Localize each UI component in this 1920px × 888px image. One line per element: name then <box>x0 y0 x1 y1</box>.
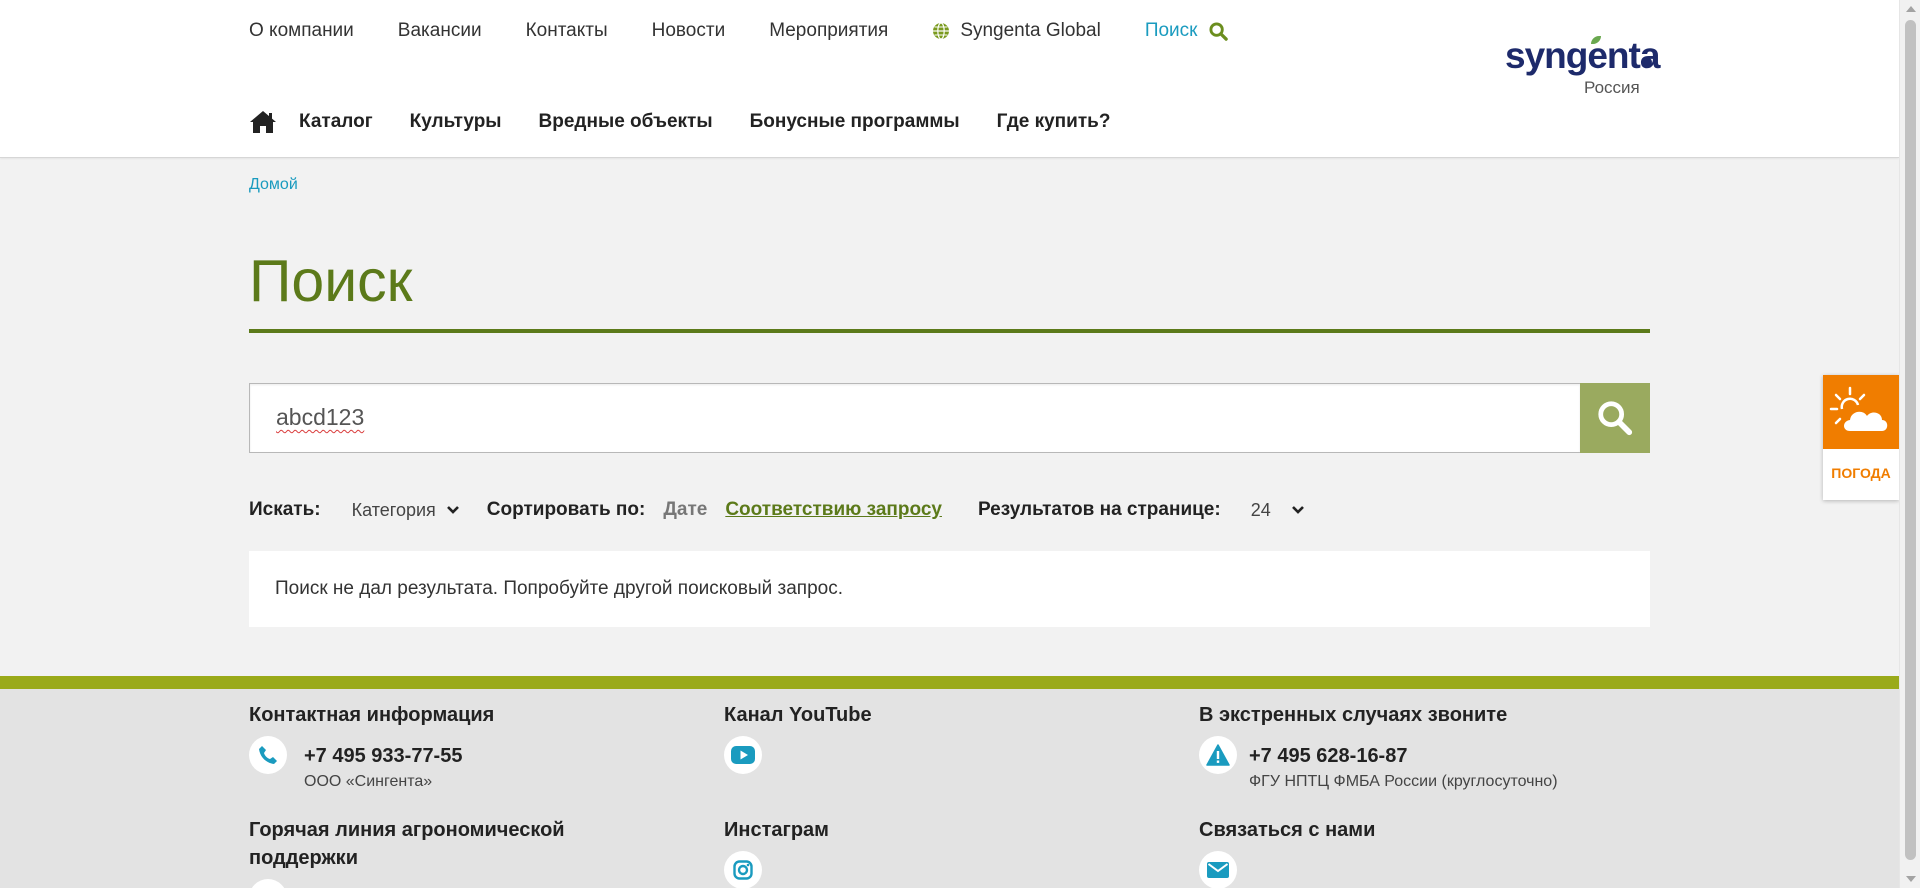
per-page-value: 24 <box>1250 499 1271 520</box>
per-page-label: Результатов на странице: <box>977 499 1221 520</box>
topnav-contacts[interactable]: Контакты <box>526 20 608 42</box>
nav-catalog[interactable]: Каталог <box>299 111 373 133</box>
scrollbar-thumb[interactable] <box>1905 20 1916 860</box>
search-icon <box>1598 401 1633 436</box>
footer-contact-phone[interactable]: +7 495 933-77-55 <box>304 745 462 768</box>
topnav-search[interactable]: Поиск <box>1145 20 1229 42</box>
no-results-message: Поиск не дал результата. Попробуйте друг… <box>275 578 843 599</box>
site-footer: Контактная информация +7 495 933-77-55 О… <box>0 689 1899 888</box>
nav-where-to-buy[interactable]: Где купить? <box>997 111 1111 133</box>
syngenta-logo[interactable]: syngenta Россия <box>1505 34 1660 104</box>
logo-country: Россия <box>1584 78 1640 97</box>
search-input-field[interactable]: abcd123 <box>249 383 1580 453</box>
search-input-value: abcd123 <box>276 404 365 430</box>
topnav-vacancies[interactable]: Вакансии <box>398 20 482 42</box>
per-page-select[interactable]: 24 <box>1251 500 1305 521</box>
scroll-down-arrow-icon[interactable] <box>1906 876 1916 882</box>
footer-contact-heading: Контактная информация <box>249 704 495 726</box>
home-button[interactable] <box>249 110 277 134</box>
footer-youtube-heading: Канал YouTube <box>724 704 872 726</box>
instagram-icon[interactable] <box>724 851 762 888</box>
search-results: Поиск не дал результата. Попробуйте друг… <box>249 551 1650 627</box>
search-button[interactable] <box>1580 383 1650 453</box>
sort-by-date[interactable]: Дате <box>663 499 707 521</box>
top-navigation: О компании Вакансии Контакты Новости Мер… <box>249 20 1272 42</box>
title-divider <box>249 329 1650 333</box>
topnav-search-label: Поиск <box>1144 20 1198 41</box>
footer-hotline-heading: Горячая линия агрономической поддержки <box>249 819 565 869</box>
search-icon <box>1209 21 1229 41</box>
weather-icon-area <box>1823 375 1899 449</box>
phone-icon <box>249 879 287 888</box>
home-icon <box>250 111 276 133</box>
footer-emergency-org: ФГУ НПТЦ ФМБА России (круглосуточно) <box>1249 773 1558 790</box>
globe-icon <box>933 22 950 40</box>
phone-icon <box>249 736 287 774</box>
topnav-syngenta-global[interactable]: Syngenta Global <box>932 20 1101 42</box>
footer-stripe <box>0 676 1899 689</box>
logo-registered-dot <box>1644 58 1652 66</box>
page-title: Поиск <box>249 248 413 314</box>
chevron-down-icon <box>446 506 459 514</box>
page-scrollbar[interactable] <box>1899 0 1920 888</box>
main-navigation: Каталог Культуры Вредные объекты Бонусны… <box>249 110 1147 134</box>
footer-emergency-heading: В экстренных случаях звоните <box>1199 704 1508 726</box>
search-in-label: Искать: <box>249 499 321 520</box>
envelope-icon[interactable] <box>1199 851 1237 888</box>
breadcrumb-home[interactable]: Домой <box>249 176 298 194</box>
footer-contact-us: Связаться с нами <box>1199 816 1375 844</box>
footer-emergency-phone[interactable]: +7 495 628-16-87 <box>1249 745 1407 768</box>
search-filters: Искать: Категория Сортировать по: Дате С… <box>249 498 1305 522</box>
topnav-about[interactable]: О компании <box>249 20 354 42</box>
warning-icon <box>1199 736 1237 774</box>
site-header: О компании Вакансии Контакты Новости Мер… <box>0 0 1899 158</box>
footer-contact: Контактная информация <box>249 701 494 729</box>
footer-hotline: Горячая линия агрономической поддержки <box>249 816 609 872</box>
youtube-icon[interactable] <box>724 736 762 774</box>
footer-emergency: В экстренных случаях звоните <box>1199 701 1507 729</box>
footer-contact-company: ООО «Сингента» <box>304 773 433 790</box>
nav-pests[interactable]: Вредные объекты <box>539 111 713 133</box>
sun-cloud-icon <box>1829 386 1888 431</box>
footer-contact-us-heading: Связаться с нами <box>1199 819 1376 841</box>
sort-by-relevance[interactable]: Соответствию запросу <box>725 499 942 521</box>
chevron-down-icon <box>1291 506 1304 514</box>
topnav-events[interactable]: Мероприятия <box>769 20 888 42</box>
nav-crops[interactable]: Культуры <box>410 111 502 133</box>
topnav-global-label: Syngenta Global <box>960 20 1101 41</box>
nav-bonus-programs[interactable]: Бонусные программы <box>750 111 960 133</box>
scroll-up-arrow-icon[interactable] <box>1906 6 1916 12</box>
footer-instagram-heading: Инстаграм <box>724 819 829 841</box>
weather-label: ПОГОДА <box>1831 465 1891 481</box>
category-select-value: Категория <box>351 499 436 520</box>
sort-label: Сортировать по: <box>486 499 646 520</box>
viewport: О компании Вакансии Контакты Новости Мер… <box>0 0 1899 888</box>
logo-wordmark: syngenta <box>1505 35 1660 76</box>
category-select[interactable]: Категория <box>352 500 460 521</box>
topnav-news[interactable]: Новости <box>652 20 726 42</box>
weather-widget[interactable]: ПОГОДА <box>1823 375 1899 500</box>
footer-instagram: Инстаграм <box>724 816 829 844</box>
footer-youtube: Канал YouTube <box>724 701 872 729</box>
